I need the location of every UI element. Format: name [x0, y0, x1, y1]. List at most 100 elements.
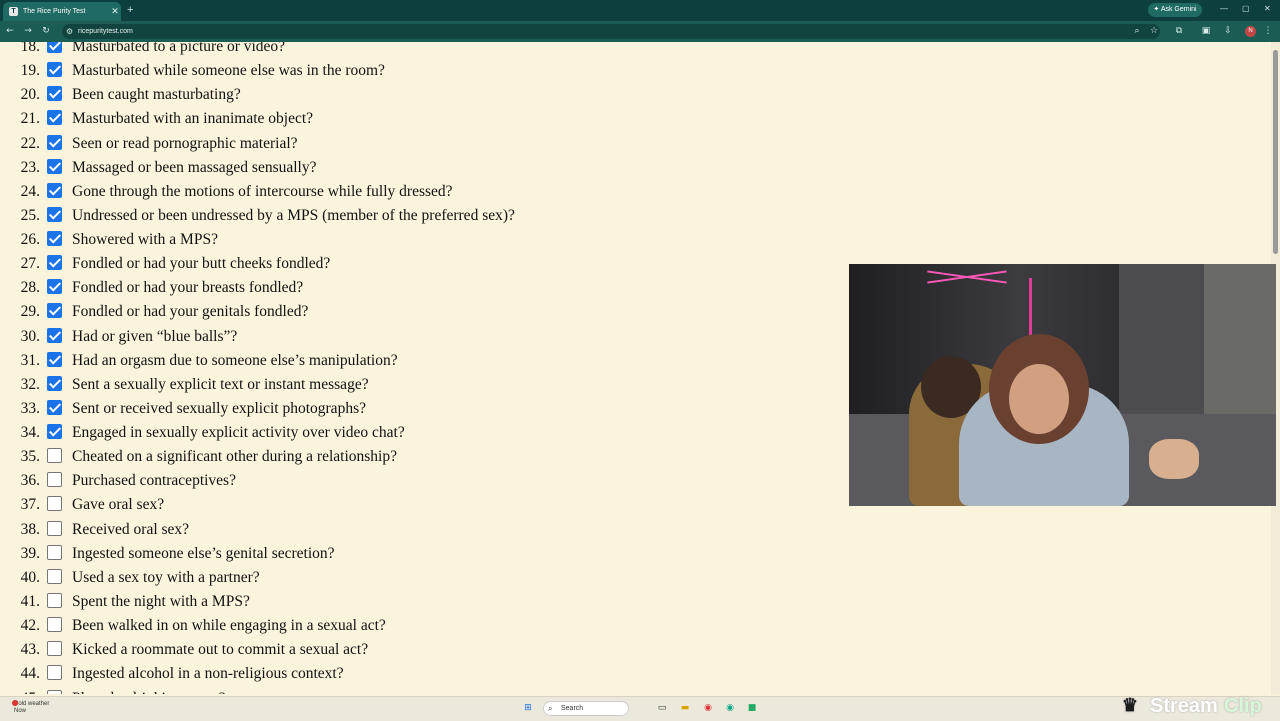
url-text: ricepuritytest.com: [78, 28, 133, 35]
question-number: 19.: [20, 62, 40, 80]
question-checkbox[interactable]: [47, 303, 62, 319]
question-checkbox[interactable]: [47, 86, 62, 102]
question-row: 38. Received oral sex?: [0, 519, 700, 543]
question-checkbox[interactable]: [47, 496, 62, 512]
question-checkbox[interactable]: [47, 568, 62, 584]
question-text: Purchased contraceptives?: [72, 472, 236, 490]
question-text: Received oral sex?: [72, 520, 190, 538]
chrome-icon[interactable]: ◉: [702, 702, 714, 714]
question-row: 39. Ingested someone else’s genital secre…: [0, 543, 700, 567]
back-icon[interactable]: ←: [4, 25, 16, 37]
question-row: 27. Fondled or had your butt cheeks fondl…: [0, 253, 700, 277]
question-row: 34. Engaged in sexually explicit activity…: [0, 422, 700, 446]
question-text: Had an orgasm due to someone else’s mani…: [72, 351, 398, 369]
chrome-profile-icon[interactable]: ◉: [724, 702, 736, 714]
question-text: Sent a sexually explicit text or instant…: [72, 375, 369, 393]
question-checkbox[interactable]: [47, 206, 62, 222]
question-text: Undressed or been undressed by a MPS (me…: [72, 206, 515, 224]
file-explorer-icon[interactable]: ▬: [679, 702, 691, 714]
question-row: 29. Fondled or had your genitals fondled?: [0, 301, 700, 325]
webcam-hand: [1149, 439, 1199, 479]
sidebar-icon[interactable]: ▣: [1200, 25, 1212, 37]
question-checkbox[interactable]: [47, 520, 62, 536]
maximize-icon[interactable]: ▢: [1242, 4, 1250, 13]
question-checkbox[interactable]: [47, 255, 62, 271]
zoom-icon[interactable]: ⌕: [1131, 25, 1143, 37]
question-checkbox[interactable]: [47, 327, 62, 343]
question-row: 40. Used a sex toy with a partner?: [0, 567, 700, 591]
profile-avatar[interactable]: N: [1245, 26, 1256, 37]
site-favicon: T: [9, 7, 18, 16]
close-tab-icon[interactable]: ✕: [109, 6, 121, 17]
question-text: Kicked a roommate out to commit a sexual…: [72, 641, 369, 659]
question-checkbox[interactable]: [47, 641, 62, 657]
question-number: 20.: [20, 86, 40, 104]
question-number: 29.: [20, 303, 40, 321]
weather-widget[interactable]: Cold weather Now: [12, 700, 50, 715]
question-number: 44.: [20, 665, 40, 683]
reload-icon[interactable]: ↻: [40, 25, 52, 37]
question-text: Used a sex toy with a partner?: [72, 568, 260, 586]
task-view-icon[interactable]: ▭: [656, 702, 668, 714]
start-icon[interactable]: ⊞: [522, 702, 534, 714]
question-row: 32. Sent a sexually explicit text or inst…: [0, 374, 700, 398]
question-checkbox[interactable]: [47, 617, 62, 633]
question-checkbox[interactable]: [47, 158, 62, 174]
question-number: 31.: [20, 351, 40, 369]
question-checkbox[interactable]: [47, 110, 62, 126]
question-checkbox[interactable]: [47, 42, 62, 53]
question-number: 38.: [20, 520, 40, 538]
question-checkbox[interactable]: [47, 544, 62, 560]
question-number: 40.: [20, 568, 40, 586]
question-row: 26. Showered with a MPS?: [0, 229, 700, 253]
scrollbar-thumb[interactable]: [1273, 50, 1278, 254]
weather-title: Cold weather: [14, 701, 50, 707]
bookmark-star-icon[interactable]: ☆: [1148, 25, 1160, 37]
question-checkbox[interactable]: [47, 689, 62, 694]
question-checkbox[interactable]: [47, 231, 62, 247]
question-checkbox[interactable]: [47, 375, 62, 391]
app-icon[interactable]: ■: [746, 702, 758, 714]
extensions-icon[interactable]: ⧉: [1173, 25, 1185, 37]
question-number: 39.: [20, 544, 40, 562]
question-checkbox[interactable]: [47, 182, 62, 198]
question-checkbox[interactable]: [47, 592, 62, 608]
new-tab-icon[interactable]: +: [127, 4, 139, 16]
question-checkbox[interactable]: [47, 665, 62, 681]
menu-icon[interactable]: ⋮: [1262, 25, 1274, 37]
downloads-icon[interactable]: ⇩: [1222, 25, 1234, 37]
address-bar[interactable]: ⚙ ricepuritytest.com: [62, 24, 1160, 39]
question-number: 27.: [20, 255, 40, 273]
close-window-icon[interactable]: ✕: [1264, 4, 1271, 13]
question-text: Had or given “blue balls”?: [72, 327, 238, 345]
question-text: Showered with a MPS?: [72, 231, 218, 249]
question-checkbox[interactable]: [47, 472, 62, 488]
question-checkbox[interactable]: [47, 279, 62, 295]
taskbar-search-label: Search: [561, 705, 584, 712]
question-text: Masturbated to a picture or video?: [72, 42, 286, 55]
question-checkbox[interactable]: [47, 424, 62, 440]
question-row: 21. Masturbated with an inanimate object?: [0, 108, 700, 132]
question-number: 24.: [20, 182, 40, 200]
question-row: 19. Masturbated while someone else was in…: [0, 60, 700, 84]
question-checkbox[interactable]: [47, 399, 62, 415]
taskbar-search[interactable]: ⌕ Search: [543, 701, 629, 716]
question-number: 30.: [20, 327, 40, 345]
question-checkbox[interactable]: [47, 351, 62, 367]
browser-tab[interactable]: T The Rice Purity Test ✕: [3, 2, 121, 21]
minimize-icon[interactable]: —: [1220, 4, 1228, 13]
question-checkbox[interactable]: [47, 448, 62, 464]
ask-gemini-button[interactable]: ✦ Ask Gemini: [1148, 3, 1202, 17]
question-row: 23. Massaged or been massaged sensually?: [0, 157, 700, 181]
question-text: Played a drinking game?: [72, 690, 226, 695]
webcam-person-right-face: [1009, 364, 1069, 434]
question-text: Gave oral sex?: [72, 496, 165, 514]
question-number: 33.: [20, 399, 40, 417]
forward-icon[interactable]: →: [22, 25, 34, 37]
question-checkbox[interactable]: [47, 134, 62, 150]
question-checkbox[interactable]: [47, 62, 62, 78]
webcam-overlay: [849, 264, 1276, 506]
site-info-icon[interactable]: ⚙: [66, 24, 73, 39]
question-number: 35.: [20, 448, 40, 466]
question-number: 32.: [20, 375, 40, 393]
